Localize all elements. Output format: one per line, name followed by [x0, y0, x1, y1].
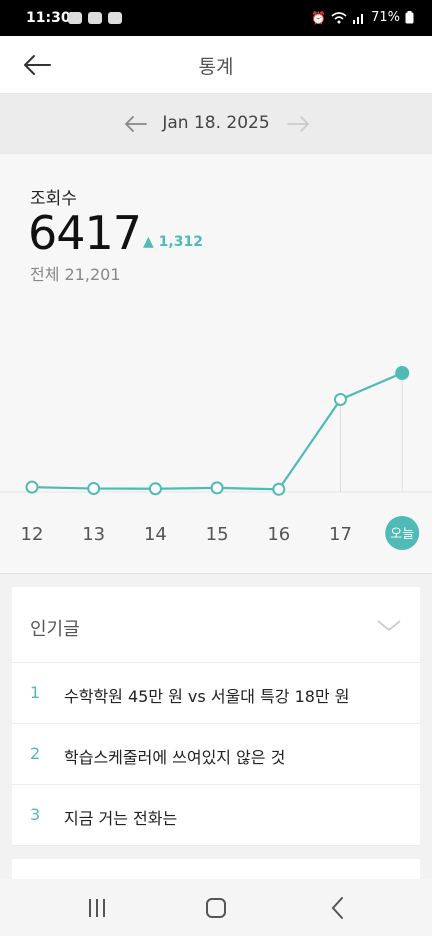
talk-icon: [68, 12, 82, 24]
popular-posts-card: 인기글 1 수학학원 45만 원 vs 서울대 특강 18만 원 2 학습스케줄…: [12, 587, 420, 846]
post-title: 지금 거는 전화는: [64, 809, 178, 828]
status-time: 11:30: [26, 10, 71, 26]
chart-point: [25, 480, 39, 494]
date-navigator: Jan 18. 2025: [0, 94, 432, 154]
x-tick-label: 오늘: [390, 527, 414, 542]
x-tick-label: 14: [144, 524, 167, 545]
views-line-chart: 12 13 14 15 16 17 오늘: [0, 366, 432, 550]
chart-series-line: [31, 371, 403, 491]
chart-point: [395, 366, 410, 380]
recent-apps-icon[interactable]: [82, 895, 112, 921]
post-rank: 2: [30, 744, 41, 763]
wifi-icon: [331, 11, 347, 23]
chart-point: [334, 392, 347, 406]
image-icon: [88, 12, 102, 24]
views-total: 전체 21,201: [30, 265, 121, 284]
x-tick-label: 13: [82, 524, 105, 545]
battery-percent: 71%: [371, 10, 400, 25]
alarm-icon: ⏰: [311, 10, 327, 25]
popular-posts-header[interactable]: 인기글: [12, 587, 420, 663]
chart-point: [87, 482, 101, 496]
next-date-arrow-icon: [287, 116, 309, 132]
x-tick-label: 12: [21, 524, 44, 545]
current-date: Jan 18. 2025: [162, 113, 270, 133]
views-count: 6417: [28, 206, 142, 260]
popular-post-row[interactable]: 3 지금 거는 전화는: [12, 785, 420, 846]
next-card-edge: [12, 859, 420, 879]
post-rank: 1: [30, 683, 41, 702]
home-icon[interactable]: [201, 895, 231, 921]
x-tick-label: 17: [329, 524, 352, 545]
status-right: ⏰ 71%: [311, 10, 414, 25]
chart-point: [210, 481, 224, 495]
up-triangle-icon: ▲: [143, 234, 154, 250]
app-header: 통계: [0, 36, 432, 94]
post-rank: 3: [30, 805, 41, 824]
post-title: 수학학원 45만 원 vs 서울대 특강 18만 원: [64, 687, 350, 706]
x-tick-label: 16: [267, 524, 290, 545]
qr-icon: [108, 12, 122, 24]
popular-posts-title: 인기글: [30, 619, 80, 640]
post-title: 학습스케줄러에 쓰여있지 않은 것: [64, 748, 286, 767]
chevron-down-icon[interactable]: [376, 615, 402, 635]
back-nav-icon[interactable]: [323, 895, 353, 921]
notification-icons: [68, 12, 122, 24]
chart-point: [148, 482, 162, 496]
chart-point: [272, 482, 286, 496]
views-delta: ▲ 1,312: [143, 234, 203, 250]
views-delta-value: 1,312: [158, 234, 203, 250]
page-title: 통계: [198, 56, 234, 78]
x-tick-label: 15: [206, 524, 229, 545]
system-nav-bar: [0, 879, 432, 936]
stats-panel: 조회수 6417 ▲ 1,312 전체 21,201 12 13 14 15 16 17 오…: [0, 154, 432, 574]
popular-post-row[interactable]: 2 학습스케줄러에 쓰여있지 않은 것: [12, 724, 420, 785]
popular-post-row[interactable]: 1 수학학원 45만 원 vs 서울대 특강 18만 원: [12, 663, 420, 724]
status-bar: 11:30 ⏰ 71%: [0, 0, 432, 36]
views-chart: 12 13 14 15 16 17 오늘: [0, 344, 432, 554]
battery-icon: [405, 11, 414, 24]
signal-icon: [353, 13, 364, 24]
